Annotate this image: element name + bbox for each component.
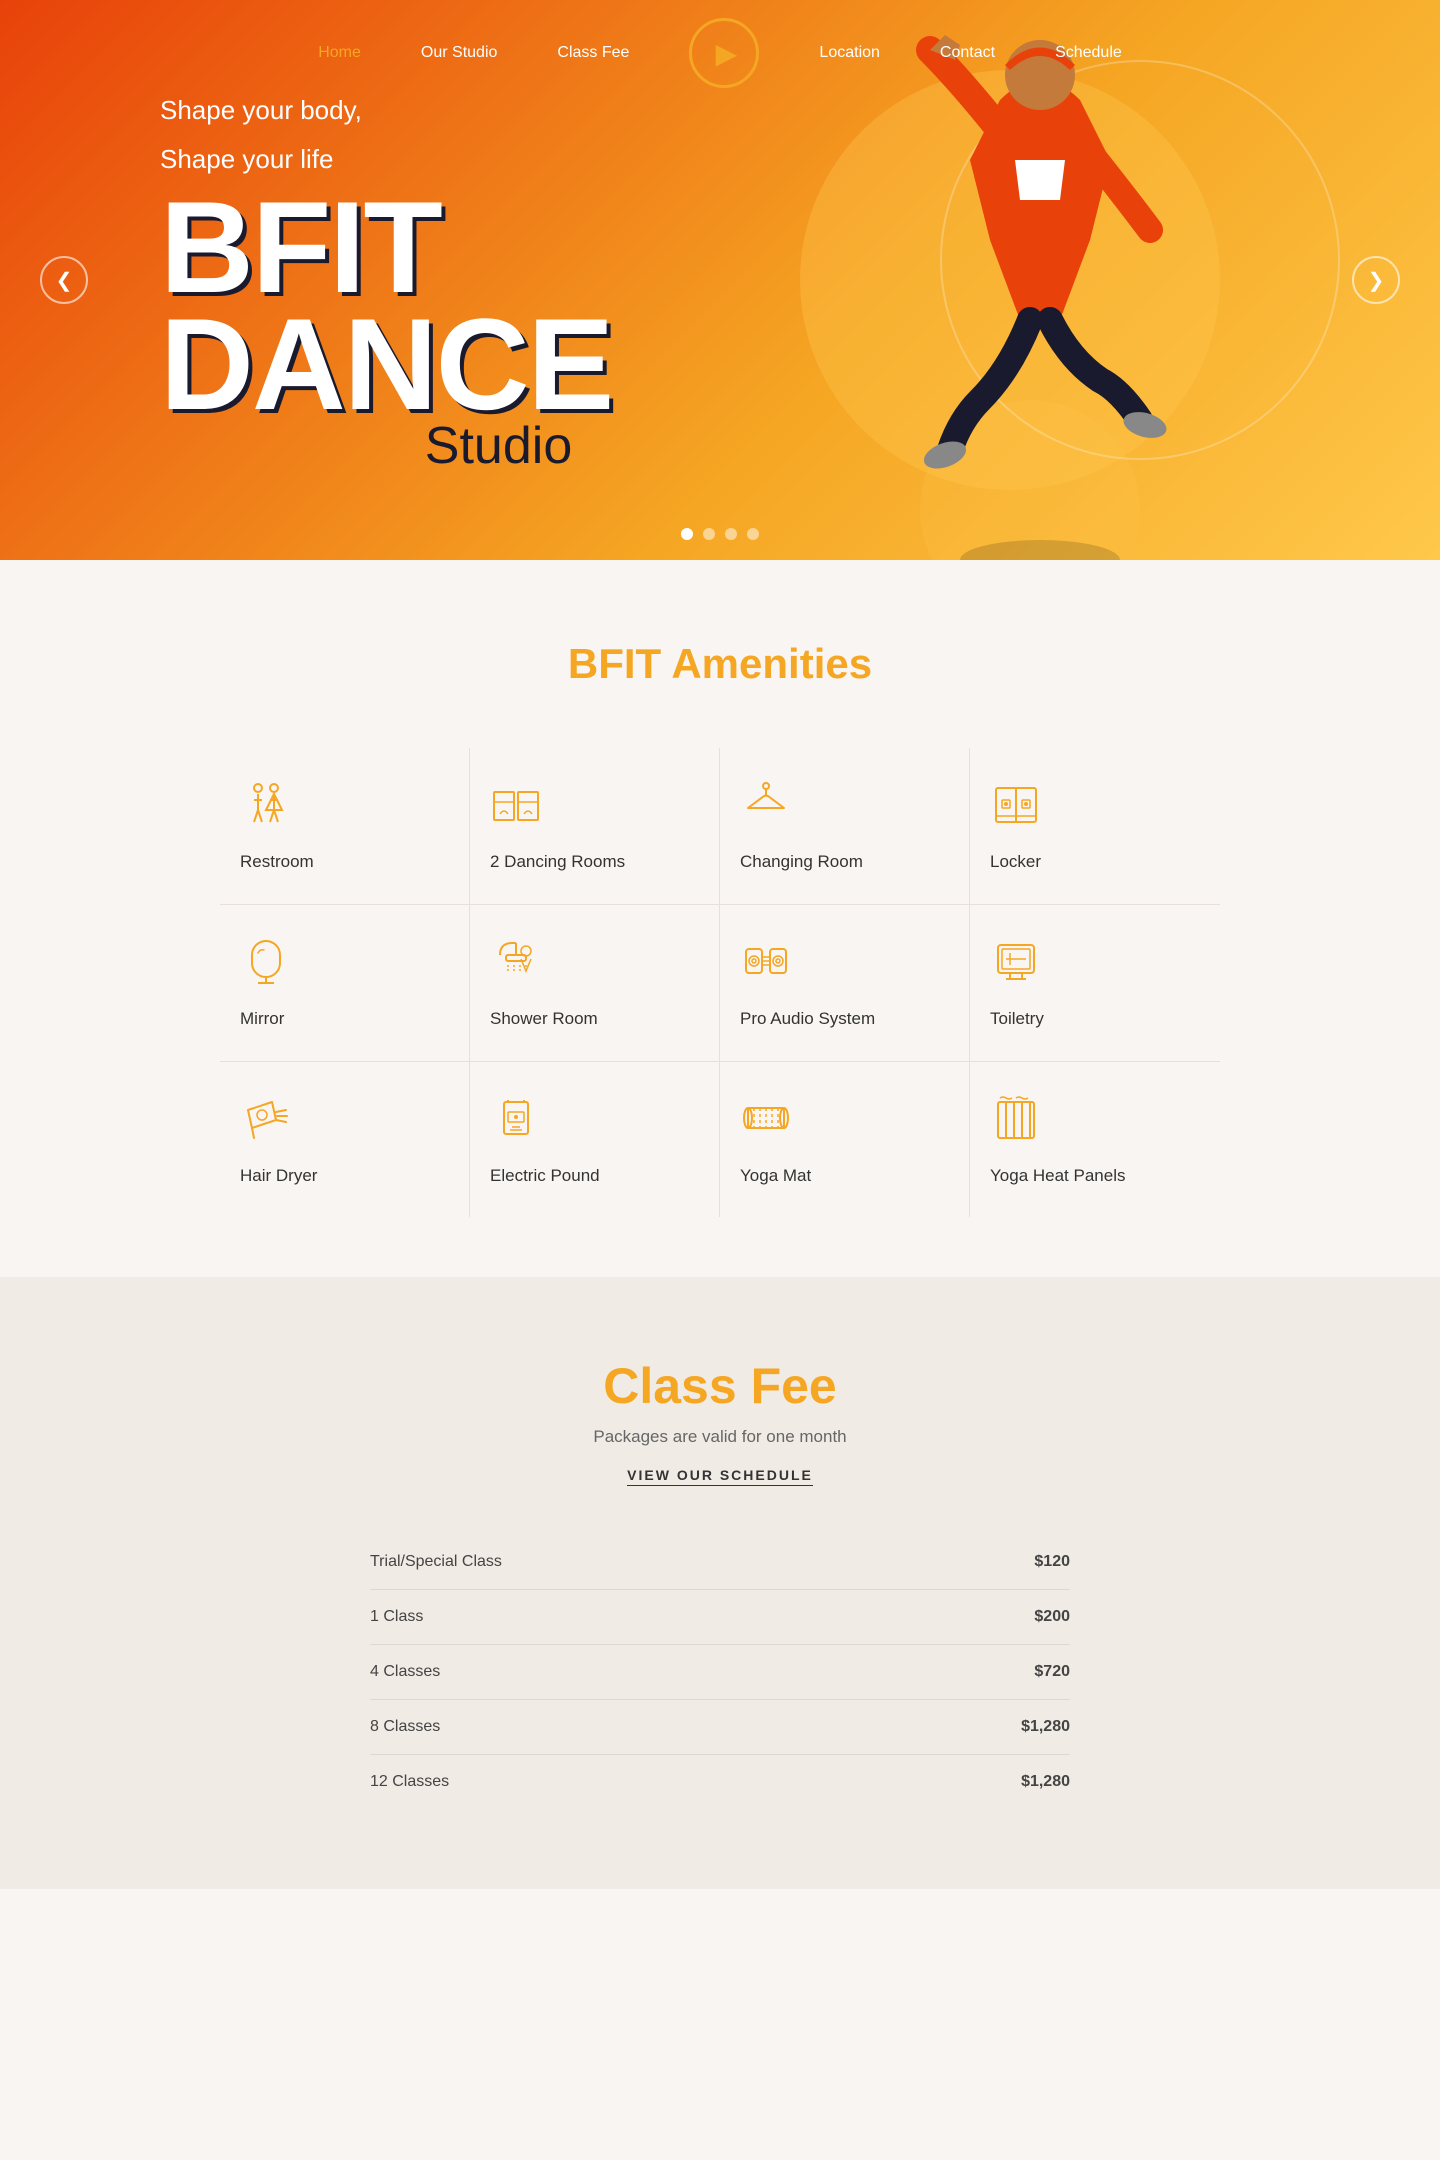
amenity-hair-dryer: Hair Dryer xyxy=(220,1062,470,1218)
nav-contact[interactable]: Contact xyxy=(940,44,995,62)
amenity-toiletry: Toiletry xyxy=(970,905,1220,1062)
toiletry-label: Toiletry xyxy=(990,1007,1044,1031)
class-fee-title-label: Class xyxy=(603,1358,736,1414)
navigation: Home Our Studio Class Fee Location Conta… xyxy=(0,0,1440,106)
yoga-heat-panels-icon xyxy=(990,1092,1042,1144)
electric-pound-label: Electric Pound xyxy=(490,1164,600,1188)
hero-tagline-line2: Shape your life xyxy=(160,140,612,179)
hero-content: Shape your body, Shape your life BFIT DA… xyxy=(0,91,612,470)
amenities-title: BFIT Amenities xyxy=(120,640,1320,688)
yoga-mat-label: Yoga Mat xyxy=(740,1164,811,1188)
audio-system-label: Pro Audio System xyxy=(740,1007,875,1031)
hair-dryer-icon xyxy=(240,1092,292,1144)
nav-schedule[interactable]: Schedule xyxy=(1055,44,1122,62)
fee-trial-name: Trial/Special Class xyxy=(370,1553,502,1571)
nav-class-fee[interactable]: Class Fee xyxy=(557,44,629,62)
amenity-restroom: Restroom xyxy=(220,748,470,905)
shower-room-icon xyxy=(490,935,542,987)
fee-row-12classes: 12 Classes $1,280 xyxy=(370,1755,1070,1809)
fee-8classes-price: $1,280 xyxy=(1021,1718,1070,1736)
amenity-audio-system: Pro Audio System xyxy=(720,905,970,1062)
fee-row-4classes: 4 Classes $720 xyxy=(370,1645,1070,1700)
amenities-title-brand: BFIT xyxy=(568,640,661,687)
fee-packages-table: Trial/Special Class $120 1 Class $200 4 … xyxy=(370,1535,1070,1809)
class-fee-subtitle: Packages are valid for one month xyxy=(370,1427,1070,1447)
fee-8classes-name: 8 Classes xyxy=(370,1718,440,1736)
fee-1class-name: 1 Class xyxy=(370,1608,423,1626)
amenities-title-accent: Amenities xyxy=(671,640,872,687)
amenity-locker: Locker xyxy=(970,748,1220,905)
fee-1class-price: $200 xyxy=(1034,1608,1070,1626)
class-fee-title-accent: Fee xyxy=(751,1358,837,1414)
locker-icon xyxy=(990,778,1042,830)
yoga-heat-panels-label: Yoga Heat Panels xyxy=(990,1164,1125,1188)
hero-next-button[interactable]: ❯ xyxy=(1352,256,1400,304)
nav-home[interactable]: Home xyxy=(318,44,361,62)
mirror-icon xyxy=(240,935,292,987)
toiletry-icon xyxy=(990,935,1042,987)
locker-label: Locker xyxy=(990,850,1041,874)
fee-12classes-price: $1,280 xyxy=(1021,1773,1070,1791)
amenity-changing-room: Changing Room xyxy=(720,748,970,905)
restroom-icon xyxy=(240,778,292,830)
shower-room-label: Shower Room xyxy=(490,1007,598,1031)
restroom-label: Restroom xyxy=(240,850,314,874)
hero-dot-2[interactable] xyxy=(703,528,715,540)
hair-dryer-label: Hair Dryer xyxy=(240,1164,317,1188)
fee-row-trial: Trial/Special Class $120 xyxy=(370,1535,1070,1590)
hero-dot-1[interactable] xyxy=(681,528,693,540)
nav-our-studio[interactable]: Our Studio xyxy=(421,44,497,62)
hero-prev-button[interactable]: ❮ xyxy=(40,256,88,304)
class-fee-section: Class Fee Packages are valid for one mon… xyxy=(0,1277,1440,1889)
brand-logo[interactable] xyxy=(689,18,759,88)
view-schedule-link[interactable]: VIEW OUR SCHEDULE xyxy=(627,1467,813,1486)
fee-4classes-price: $720 xyxy=(1034,1663,1070,1681)
hero-title-dance: DANCE xyxy=(160,306,612,423)
amenities-grid: Restroom 2 Dancing Rooms xyxy=(220,748,1220,1217)
class-fee-title: Class Fee xyxy=(370,1357,1070,1415)
mirror-label: Mirror xyxy=(240,1007,284,1031)
hero-dot-4[interactable] xyxy=(747,528,759,540)
fee-row-1class: 1 Class $200 xyxy=(370,1590,1070,1645)
hero-dot-3[interactable] xyxy=(725,528,737,540)
yoga-mat-icon xyxy=(740,1092,792,1144)
amenity-yoga-heat-panels: Yoga Heat Panels xyxy=(970,1062,1220,1218)
hero-slide-indicators xyxy=(681,528,759,540)
amenity-electric-pound: Electric Pound xyxy=(470,1062,720,1218)
electric-pound-icon xyxy=(490,1092,542,1144)
dancing-rooms-icon xyxy=(490,778,542,830)
changing-room-icon xyxy=(740,778,792,830)
amenity-yoga-mat: Yoga Mat xyxy=(720,1062,970,1218)
dancing-rooms-label: 2 Dancing Rooms xyxy=(490,850,625,874)
fee-row-8classes: 8 Classes $1,280 xyxy=(370,1700,1070,1755)
class-fee-content: Class Fee Packages are valid for one mon… xyxy=(370,1357,1070,1809)
nav-location[interactable]: Location xyxy=(819,44,880,62)
amenity-mirror: Mirror xyxy=(220,905,470,1062)
fee-12classes-name: 12 Classes xyxy=(370,1773,449,1791)
fee-4classes-name: 4 Classes xyxy=(370,1663,440,1681)
fee-trial-price: $120 xyxy=(1034,1553,1070,1571)
changing-room-label: Changing Room xyxy=(740,850,863,874)
amenity-dancing-rooms: 2 Dancing Rooms xyxy=(470,748,720,905)
hero-title-bfit: BFIT xyxy=(160,189,612,306)
amenity-shower-room: Shower Room xyxy=(470,905,720,1062)
audio-system-icon xyxy=(740,935,792,987)
amenities-section: BFIT Amenities xyxy=(0,560,1440,1277)
